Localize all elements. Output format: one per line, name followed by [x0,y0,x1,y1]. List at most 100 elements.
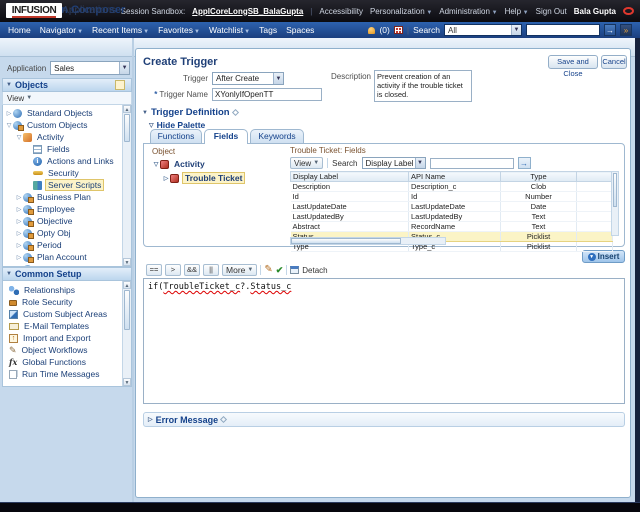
nav-recent-items-menu[interactable]: Recent Items▼ [92,25,149,35]
palette-tree-item-activity[interactable]: ▽ Activity [152,159,207,169]
table-vertical-scrollbar[interactable] [611,171,619,236]
description-textarea[interactable]: Prevent creation of an activity if the t… [374,70,472,102]
column-api-name[interactable]: API Name [408,171,501,182]
column-display-label[interactable]: Display Label [290,171,409,182]
list-item-custom-subject-areas[interactable]: Custom Subject Areas [9,308,121,320]
scroll-up-icon[interactable]: ▲ [123,105,131,113]
session-sandbox-link[interactable]: ApplCoreLongSB_BalaGupta [192,7,303,16]
expand-icon[interactable]: ▷ [5,110,13,117]
trigger-definition-header[interactable]: ▼ Trigger Definition [142,107,239,118]
nav-home[interactable]: Home [8,25,31,35]
script-editor[interactable]: if(TroubleTicket_c?.Status_c [143,278,625,404]
expand-icon[interactable]: ▷ [148,416,153,423]
tree-item-plan-account[interactable]: ▷ Plan Account [5,251,121,263]
tree-item-standard-objects[interactable]: ▷ Standard Objects [5,107,121,119]
accessibility-link[interactable]: Accessibility [319,7,363,16]
calendar-icon[interactable] [393,26,403,34]
expand-icon[interactable]: ▷ [162,175,170,182]
field-row-lastupdatedby[interactable]: LastUpdatedBy LastUpdatedBy Text [290,211,613,222]
search-scope-select[interactable]: All ▼ [444,24,522,36]
collapse-icon[interactable]: ▽ [5,122,13,129]
palette-tree-item-trouble-ticket[interactable]: ▷ Trouble Ticket [162,172,246,184]
tree-item-business-plan[interactable]: ▷ Business Plan [5,191,121,203]
collapse-icon[interactable]: ▼ [6,82,12,88]
filter-column-select[interactable]: Display Label ▼ [361,157,426,169]
personalization-menu[interactable]: Personalization ▼ [370,7,432,16]
erase-icon[interactable]: ✎ [264,264,272,276]
objects-panel-header[interactable]: ▼ Objects [2,78,132,92]
tree-item-security[interactable]: Security [5,167,121,179]
common-setup-panel-header[interactable]: ▼ Common Setup [2,267,132,281]
search-go-button[interactable]: → [604,24,616,36]
scrollbar-thumb[interactable] [124,114,130,142]
column-type[interactable]: Type [500,171,577,182]
expand-icon[interactable]: ▷ [15,206,23,213]
help-menu[interactable]: Help ▼ [505,7,529,16]
tree-item-server-scripts[interactable]: Server Scripts [5,179,121,191]
list-item-object-workflows[interactable]: ✎ Object Workflows [9,344,121,356]
administration-menu[interactable]: Administration ▼ [439,7,497,16]
nav-watchlist-menu[interactable]: Watchlist▼ [209,25,250,35]
expand-icon[interactable]: ▷ [15,218,23,225]
cancel-button[interactable]: Cancel [601,55,627,69]
expand-icon[interactable]: ▷ [15,242,23,249]
field-row-abstract[interactable]: Abstract RecordName Text [290,221,613,232]
tree-item-period[interactable]: ▷ Period [5,239,121,251]
collapse-icon[interactable]: ▼ [142,110,148,116]
list-item-role-security[interactable]: Role Security [9,296,121,308]
tree-scrollbar[interactable]: ▲ ▼ [122,105,131,266]
expand-icon[interactable]: ▷ [15,194,23,201]
collapse-icon[interactable]: ▽ [15,134,23,141]
detach-button[interactable]: Detach [290,266,328,275]
scrollbar-thumb[interactable] [291,238,401,244]
nav-favorites-menu[interactable]: Favorites▼ [158,25,200,35]
filter-go-button[interactable]: → [517,157,531,169]
tree-item-custom-objects[interactable]: ▽ Custom Objects [5,119,121,131]
scroll-down-icon[interactable]: ▼ [123,378,131,386]
tree-item-fields[interactable]: Fields [5,143,121,155]
tree-item-actions-and-links[interactable]: i Actions and Links [5,155,121,167]
objects-view-menu[interactable]: View ▼ [2,92,132,105]
expand-icon[interactable]: ▷ [15,266,23,267]
tab-functions[interactable]: Functions [150,129,202,143]
equals-operator-button[interactable]: == [146,264,162,276]
tree-item-opty-obj[interactable]: ▷ Opty Obj [5,227,121,239]
expand-icon[interactable]: ▷ [15,230,23,237]
list-item-global-functions[interactable]: fx Global Functions [9,356,121,368]
collapse-icon[interactable]: ▼ [6,271,12,277]
list-item-run-time-messages[interactable]: Run Time Messages [9,368,121,380]
nav-tags[interactable]: Tags [259,25,277,35]
or-operator-button[interactable]: || [203,264,220,276]
notifications-bell-icon[interactable] [368,26,376,34]
nav-navigator-menu[interactable]: Navigator▼ [40,25,83,35]
application-select[interactable]: Sales ▼ [50,61,131,75]
field-row-lastupdatedate[interactable]: LastUpdateDate LastUpdateDate Date [290,201,613,212]
expand-icon[interactable]: ▷ [15,254,23,261]
scrollbar-thumb[interactable] [613,173,617,207]
list-item-relationships[interactable]: Relationships [9,284,121,296]
common-setup-scrollbar[interactable]: ▲ ▼ [122,281,131,386]
tab-keywords[interactable]: Keywords [250,129,304,143]
scroll-up-icon[interactable]: ▲ [123,281,131,289]
field-row-description[interactable]: Description Description_c Clob [290,181,613,192]
greater-than-operator-button[interactable]: > [165,264,181,276]
table-view-menu[interactable]: View ▼ [290,157,324,169]
scroll-down-icon[interactable]: ▼ [123,258,131,266]
tab-fields[interactable]: Fields [204,129,248,144]
error-message-section-header[interactable]: ▷ Error Message [143,412,625,427]
collapse-icon[interactable]: ▽ [152,161,160,168]
validate-icon[interactable]: ✔ [276,264,284,276]
advanced-search-icon[interactable]: » [620,24,632,36]
list-item-import-and-export[interactable]: ↑ Import and Export [9,332,121,344]
list-item-email-templates[interactable]: E-Mail Templates [9,320,121,332]
field-row-id[interactable]: Id Id Number [290,191,613,202]
scrollbar-thumb[interactable] [124,290,130,330]
more-operators-menu[interactable]: More ▼ [222,264,258,276]
save-and-close-button[interactable]: Save and Close [548,55,598,78]
trigger-select[interactable]: After Create ▼ [212,72,284,85]
nav-spaces[interactable]: Spaces [286,25,314,35]
filter-input[interactable] [429,157,514,169]
new-object-icon[interactable] [115,80,125,90]
sidebar-splitter[interactable] [132,38,134,502]
tree-item-activity[interactable]: ▽ Activity [5,131,121,143]
